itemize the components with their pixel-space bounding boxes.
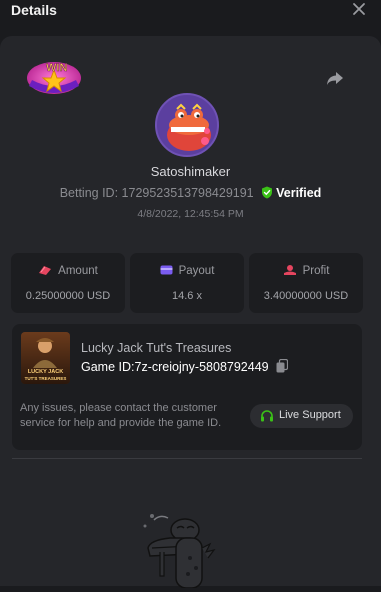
verified-label: Verified bbox=[276, 186, 322, 200]
payout-value: 14.6 x bbox=[172, 290, 202, 302]
dialog-title: Details bbox=[11, 2, 57, 18]
share-icon[interactable] bbox=[325, 68, 345, 88]
profit-label: Profit bbox=[302, 265, 330, 277]
payout-label: Payout bbox=[178, 265, 215, 277]
live-support-label: Live Support bbox=[279, 409, 341, 421]
verified-shield-icon bbox=[262, 186, 273, 199]
copy-icon[interactable] bbox=[276, 359, 289, 373]
crocodile-mascot-icon bbox=[143, 514, 216, 588]
svg-text:TUT'S TREASURES: TUT'S TREASURES bbox=[25, 376, 67, 381]
betting-id-label: Betting ID: bbox=[59, 186, 119, 200]
close-icon[interactable] bbox=[351, 1, 367, 17]
support-notice: Any issues, please contact the customer … bbox=[20, 402, 222, 429]
payout-icon bbox=[160, 265, 173, 275]
game-cover-icon: LUCKY JACK TUT'S TREASURES bbox=[21, 332, 70, 384]
game-info-card: LUCKY JACK TUT'S TREASURES Lucky Jack Tu… bbox=[12, 324, 362, 450]
header: Details bbox=[0, 0, 381, 26]
username: Satoshimaker bbox=[150, 164, 231, 179]
game-thumbnail[interactable]: LUCKY JACK TUT'S TREASURES bbox=[21, 332, 70, 384]
live-support-button[interactable]: Live Support bbox=[250, 404, 353, 428]
profit-card: Profit 3.40000000 USD bbox=[249, 253, 363, 313]
profit-value: 3.40000000 USD bbox=[263, 290, 349, 302]
amount-icon bbox=[39, 266, 52, 275]
payout-card: Payout 14.6 x bbox=[130, 253, 244, 313]
amount-label: Amount bbox=[58, 265, 98, 277]
win-text: WIN bbox=[46, 62, 67, 74]
betting-id-value: 1729523513798429191 bbox=[121, 186, 254, 200]
game-name: Lucky Jack Tut's Treasures bbox=[81, 341, 232, 355]
amount-value: 0.25000000 USD bbox=[25, 290, 111, 302]
avatar bbox=[155, 93, 219, 157]
headset-icon bbox=[261, 410, 273, 422]
win-badge-icon: WIN bbox=[27, 62, 81, 94]
amount-card: Amount 0.25000000 USD bbox=[11, 253, 125, 313]
profit-icon bbox=[283, 265, 296, 275]
divider bbox=[12, 458, 362, 459]
bet-timestamp: 4/8/2022, 12:45:54 PM bbox=[137, 208, 244, 220]
svg-text:LUCKY JACK: LUCKY JACK bbox=[28, 369, 63, 375]
betting-id-row: Betting ID: 1729523513798429191 Verified bbox=[0, 186, 381, 200]
game-id-label: Game ID: bbox=[81, 360, 135, 374]
game-id-row: Game ID:7z-creiojny-5808792449 bbox=[81, 359, 289, 374]
game-id-value: 7z-creiojny-5808792449 bbox=[134, 360, 269, 374]
